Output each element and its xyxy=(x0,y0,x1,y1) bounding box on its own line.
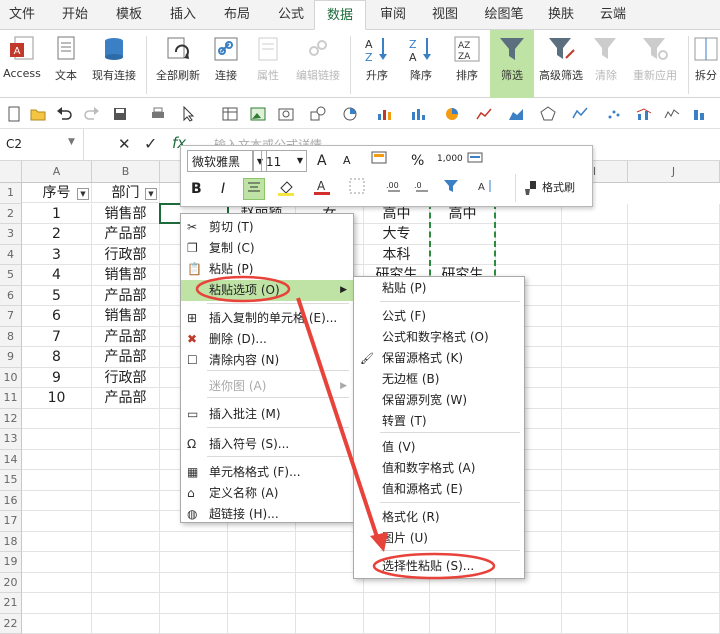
table-cell[interactable] xyxy=(430,593,496,614)
annotation-overlay xyxy=(0,0,720,591)
table-cell[interactable] xyxy=(364,614,430,634)
table-cell[interactable] xyxy=(296,593,364,614)
row-header[interactable]: 21 xyxy=(0,593,22,614)
table-cell[interactable] xyxy=(22,593,92,614)
table-cell[interactable] xyxy=(92,614,160,634)
table-cell[interactable] xyxy=(364,593,430,614)
table-cell[interactable] xyxy=(496,593,562,614)
table-cell[interactable] xyxy=(92,593,160,614)
table-cell[interactable] xyxy=(496,614,562,634)
table-cell[interactable] xyxy=(296,614,364,634)
table-cell[interactable] xyxy=(562,593,628,614)
table-cell[interactable] xyxy=(22,614,92,634)
row-header[interactable]: 22 xyxy=(0,614,22,634)
table-cell[interactable] xyxy=(228,614,296,634)
table-cell[interactable] xyxy=(430,614,496,634)
table-cell[interactable] xyxy=(160,614,228,634)
table-cell[interactable] xyxy=(628,614,720,634)
table-cell[interactable] xyxy=(628,593,720,614)
annotation-ellipse-paste-options xyxy=(197,277,289,301)
table-cell[interactable] xyxy=(228,593,296,614)
table-cell[interactable] xyxy=(160,593,228,614)
annotation-ellipse-paste-special xyxy=(374,554,494,578)
table-cell[interactable] xyxy=(562,614,628,634)
annotation-arrow xyxy=(298,298,378,540)
annotation-arrowhead xyxy=(370,532,388,552)
